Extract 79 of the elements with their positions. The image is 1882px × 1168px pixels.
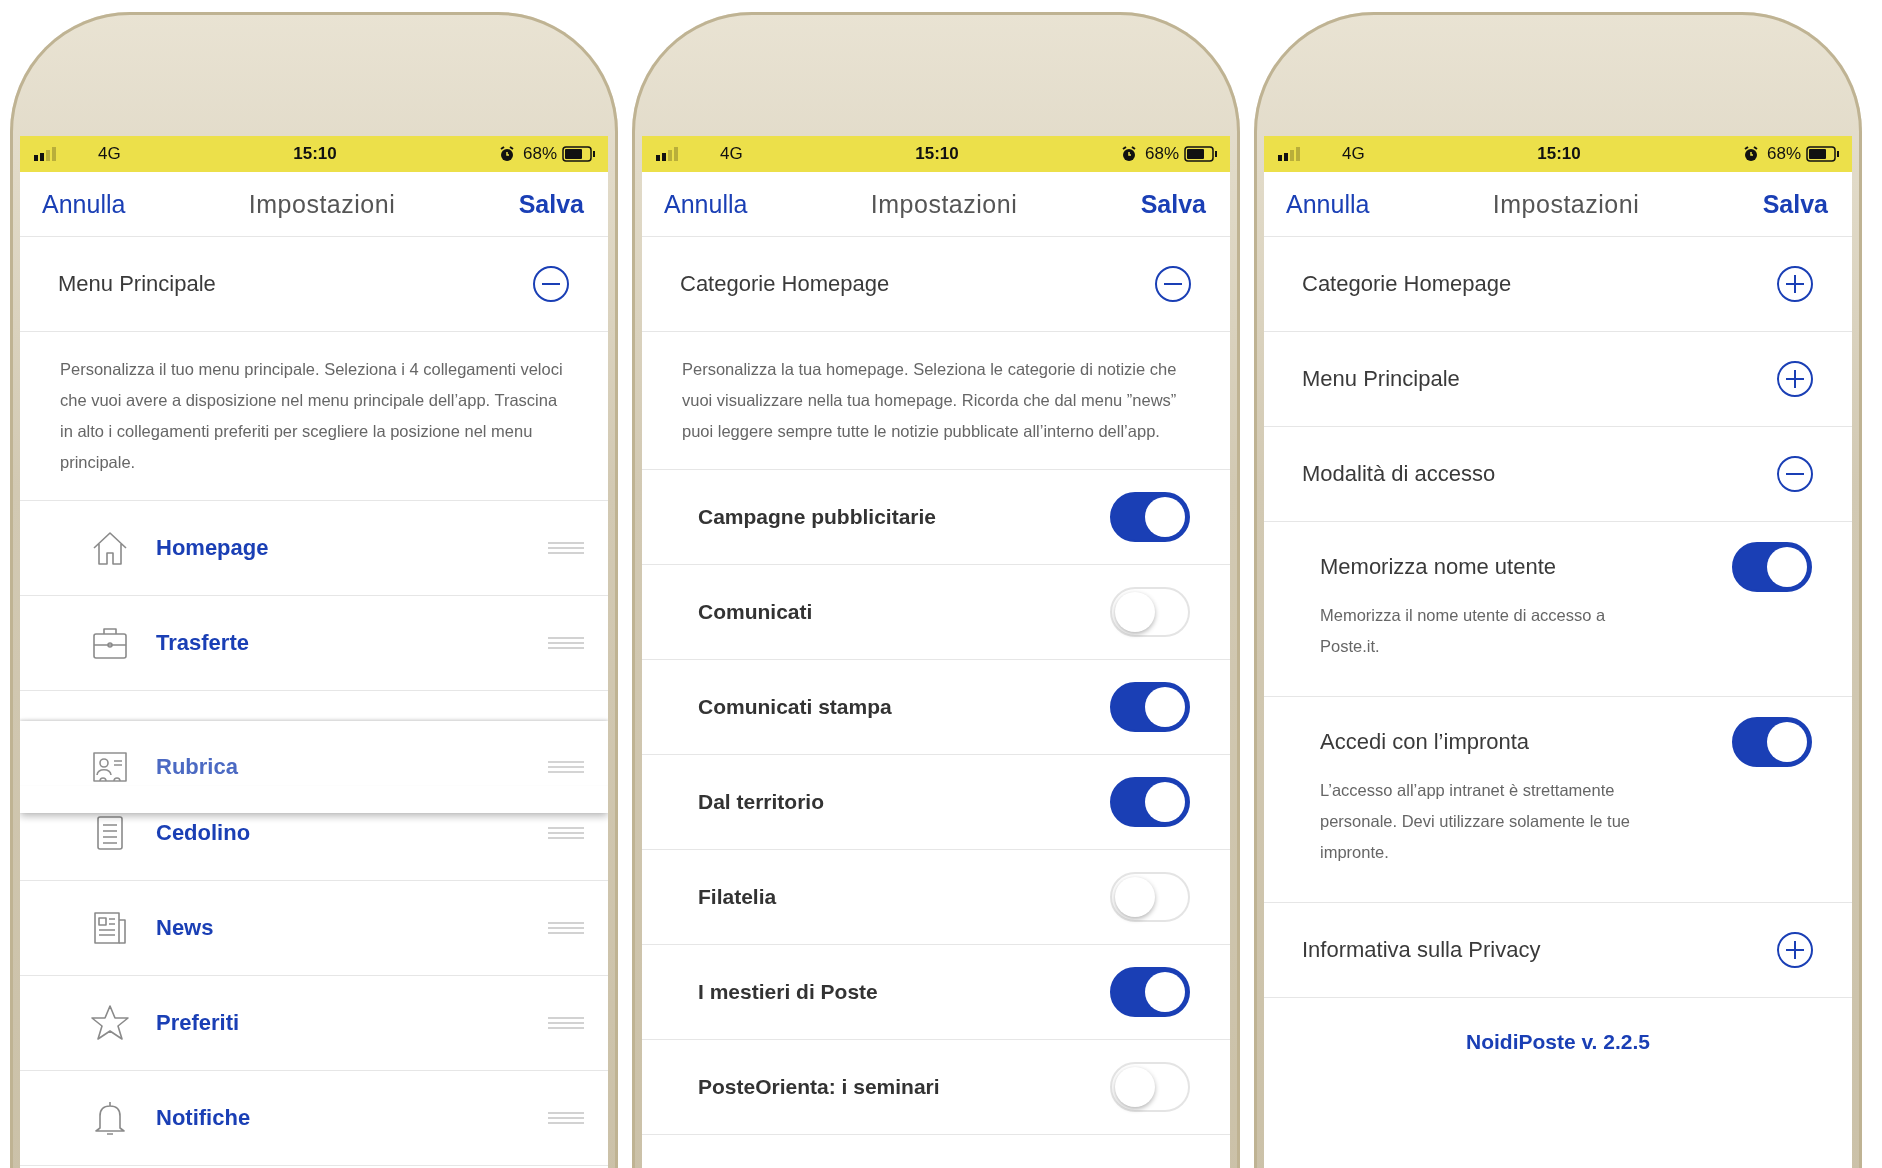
section-title: Menu Principale <box>58 271 216 297</box>
section-header[interactable]: Categorie Homepage <box>1264 237 1852 332</box>
toggle-switch[interactable] <box>1110 967 1190 1017</box>
network-type: 4G <box>98 144 121 164</box>
save-button[interactable]: Salva <box>518 189 584 219</box>
section-title: Informativa sulla Privacy <box>1302 937 1541 963</box>
toggle-switch[interactable] <box>1110 777 1190 827</box>
menu-item-label: Trasferte <box>156 630 250 656</box>
toggle-description: L’accesso all’app intranet è strettamente personale. Devi utilizzare solamente le tue impronte. <box>1320 780 1631 863</box>
section-header[interactable]: Informativa sulla Privacy <box>1264 903 1852 998</box>
alarm-icon <box>1121 146 1137 162</box>
toggle-switch[interactable] <box>1110 682 1190 732</box>
menu-item-label: Rubrica <box>156 754 239 780</box>
section-header[interactable]: Categorie Homepage <box>642 237 1230 332</box>
battery-percentage: 68% <box>523 144 557 164</box>
signal-icon <box>34 147 58 161</box>
toggle-switch[interactable] <box>1732 542 1812 592</box>
toggle-label: Filatelia <box>698 885 777 909</box>
expand-icon[interactable] <box>1776 265 1814 303</box>
section-title: Menu Principale <box>1302 366 1460 392</box>
alarm-icon <box>499 146 515 162</box>
star-icon <box>90 1003 130 1043</box>
cancel-button[interactable]: Annulla <box>664 189 748 219</box>
network-type: 4G <box>1342 144 1365 164</box>
drag-handle-icon[interactable] <box>548 637 584 649</box>
section-header[interactable]: Menu Principale <box>20 237 608 332</box>
expand-icon[interactable] <box>1776 931 1814 969</box>
version-label: NoidiPoste v. 2.2.5 <box>1465 1029 1651 1054</box>
collapse-icon[interactable] <box>532 265 570 303</box>
section-title: Categorie Homepage <box>1302 271 1512 297</box>
section-title: Modalità di accesso <box>1302 461 1496 487</box>
signal-icon <box>1278 147 1302 161</box>
section-header[interactable]: Menu Principale <box>1264 332 1852 427</box>
toggle-label: Campagne pubblicitarie <box>698 505 937 529</box>
battery-percentage: 68% <box>1145 144 1179 164</box>
battery-icon <box>1806 146 1840 162</box>
toggle-label: Comunicati <box>698 600 813 624</box>
screen-title: Impostazioni <box>248 189 396 219</box>
toggle-label: Dal territorio <box>698 790 825 814</box>
clock-time: 15:10 <box>1537 144 1581 164</box>
dragged-menu-item[interactable]: Rubrica <box>20 721 608 813</box>
menu-item-label: Homepage <box>156 535 270 561</box>
menu-item-label: Cedolino <box>156 820 252 846</box>
drag-handle-icon[interactable] <box>548 761 584 773</box>
screen-title: Impostazioni <box>870 189 1018 219</box>
toggle-switch[interactable] <box>1110 492 1190 542</box>
battery-icon <box>1184 146 1218 162</box>
drag-handle-icon[interactable] <box>548 922 584 934</box>
drag-handle-icon[interactable] <box>548 1112 584 1124</box>
screen-title: Impostazioni <box>1492 189 1640 219</box>
drag-handle-icon[interactable] <box>548 542 584 554</box>
toggle-description: Memorizza il nome utente di accesso a Poste.it. <box>1320 605 1607 657</box>
expand-icon[interactable] <box>1776 360 1814 398</box>
section-title: Categorie Homepage <box>680 271 890 297</box>
section-header[interactable]: Modalità di accesso <box>1264 427 1852 522</box>
clock-time: 15:10 <box>293 144 337 164</box>
toggle-label: I mestieri di Poste <box>698 980 878 1004</box>
drag-handle-icon[interactable] <box>548 827 584 839</box>
cancel-button[interactable]: Annulla <box>1286 189 1370 219</box>
save-button[interactable]: Salva <box>1140 189 1206 219</box>
toggle-label: Comunicati stampa <box>698 695 892 719</box>
alarm-icon <box>1743 146 1759 162</box>
collapse-icon[interactable] <box>1776 455 1814 493</box>
toggle-label: PosteOrienta: i seminari <box>698 1075 940 1099</box>
cancel-button[interactable]: Annulla <box>42 189 126 219</box>
save-button[interactable]: Salva <box>1762 189 1828 219</box>
menu-item-label: Preferiti <box>156 1010 241 1036</box>
menu-item-label: News <box>156 915 215 941</box>
network-type: 4G <box>720 144 743 164</box>
clock-time: 15:10 <box>915 144 959 164</box>
battery-icon <box>562 146 596 162</box>
toggle-label: Accedi con l’impronta <box>1320 729 1530 755</box>
collapse-icon[interactable] <box>1154 265 1192 303</box>
signal-icon <box>656 147 680 161</box>
menu-item-label: Notifiche <box>156 1105 252 1131</box>
battery-percentage: 68% <box>1767 144 1801 164</box>
toggle-switch[interactable] <box>1732 717 1812 767</box>
drag-handle-icon[interactable] <box>548 1017 584 1029</box>
toggle-label: Memorizza nome utente <box>1320 554 1556 580</box>
